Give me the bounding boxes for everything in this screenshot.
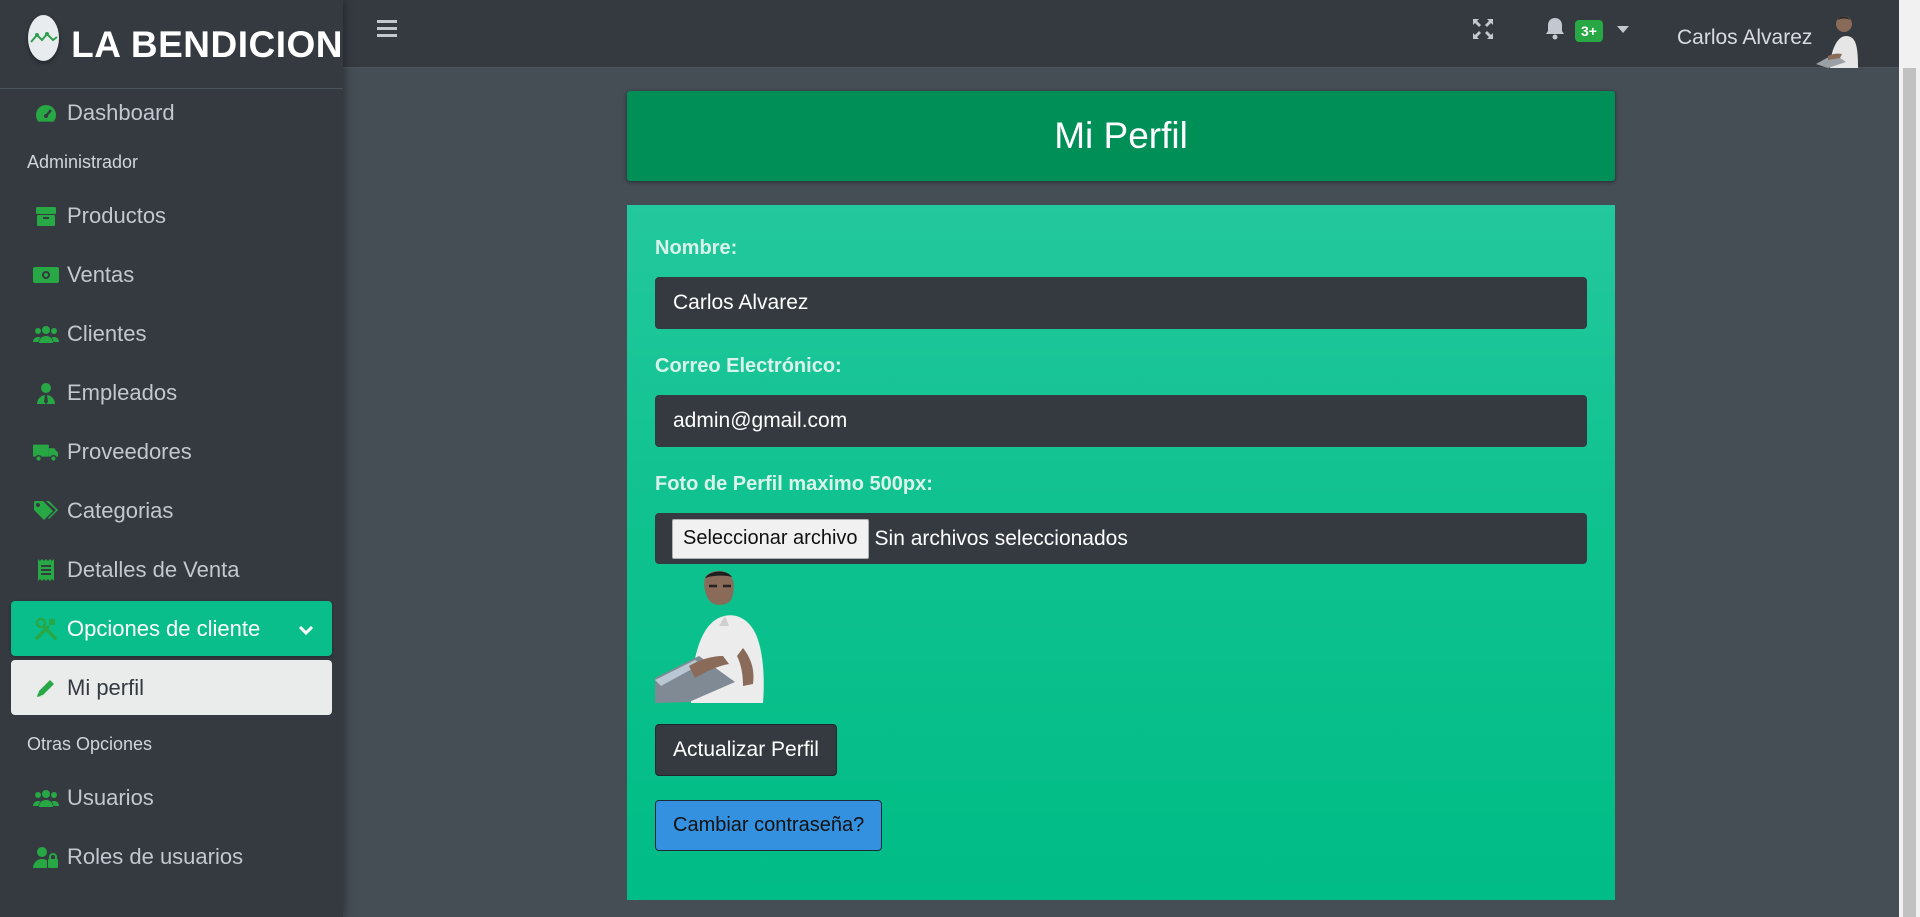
user-name[interactable]: Carlos Alvarez — [1677, 26, 1812, 50]
sidebar-item-proveedores[interactable]: Proveedores — [11, 424, 332, 479]
user-lock-icon — [33, 844, 59, 870]
sidebar-item-label: Detalles de Venta — [67, 556, 240, 582]
money-bill-icon — [33, 262, 59, 288]
sidebar-item-label: Categorias — [67, 497, 174, 523]
user-tie-icon — [33, 380, 59, 406]
sidebar: LA BENDICION Dashboard Administrador Pro… — [0, 0, 343, 917]
choose-file-button[interactable]: Seleccionar archivo — [672, 518, 869, 559]
sidebar-section-otras: Otras Opciones — [27, 734, 153, 754]
sidebar-item-empleados[interactable]: Empleados — [11, 365, 332, 420]
scrollbar-thumb[interactable] — [1903, 68, 1916, 917]
page-scrollbar[interactable] — [1899, 0, 1920, 917]
notification-badge[interactable]: 3+ — [1575, 20, 1603, 42]
name-label: Nombre: — [655, 237, 738, 259]
box-icon — [33, 203, 59, 229]
receipt-icon — [33, 557, 59, 583]
page-title-card: Mi Perfil — [627, 91, 1615, 181]
sidebar-item-label: Dashboard — [67, 100, 175, 125]
brand-name: LA BENDICION — [71, 24, 343, 65]
sidebar-item-label: Proveedores — [67, 438, 192, 464]
page-title: Mi Perfil — [1054, 115, 1188, 156]
profile-form: Nombre: Correo Electrónico: Foto de Perf… — [627, 205, 1615, 900]
sidebar-item-label: Opciones de cliente — [67, 615, 261, 641]
chevron-down-icon — [298, 618, 314, 644]
sidebar-item-label: Ventas — [67, 261, 135, 287]
pencil-icon — [33, 675, 59, 701]
email-label: Correo Electrónico: — [655, 355, 842, 377]
sidebar-item-label: Clientes — [67, 320, 147, 346]
photo-file-input[interactable]: Seleccionar archivo Sin archivos selecci… — [655, 513, 1587, 564]
sidebar-item-label: Roles de usuarios — [67, 843, 244, 869]
tachometer-icon — [33, 100, 59, 126]
sidebar-item-ventas[interactable]: Ventas — [11, 247, 332, 302]
sidebar-section-admin: Administrador — [27, 152, 139, 172]
brand[interactable]: LA BENDICION — [0, 0, 343, 89]
sidebar-item-opciones-de-cliente[interactable]: Opciones de cliente — [11, 601, 332, 656]
users-icon — [33, 785, 59, 811]
sidebar-nav: Dashboard Administrador Productos Ventas… — [0, 89, 343, 884]
fullscreen-icon[interactable] — [1472, 18, 1494, 45]
update-profile-button[interactable]: Actualizar Perfil — [655, 724, 837, 776]
sidebar-item-categorias[interactable]: Categorias — [11, 483, 332, 538]
profile-photo — [655, 568, 781, 703]
sidebar-item-dashboard[interactable]: Dashboard — [11, 89, 332, 137]
tools-icon — [33, 616, 59, 642]
sidebar-item-clientes[interactable]: Clientes — [11, 306, 332, 361]
user-avatar[interactable] — [1812, 12, 1862, 68]
sidebar-item-label: Usuarios — [67, 784, 154, 810]
sidebar-item-label: Mi perfil — [67, 674, 145, 700]
file-status: Sin archivos seleccionados — [874, 526, 1128, 550]
sidebar-item-detalles-de-venta[interactable]: Detalles de Venta — [11, 542, 332, 597]
brand-logo-icon — [28, 15, 60, 61]
sidebar-item-label: Empleados — [67, 379, 178, 405]
sidebar-item-mi-perfil[interactable]: Mi perfil — [11, 660, 332, 715]
hamburger-menu-icon[interactable] — [376, 18, 398, 43]
truck-icon — [33, 439, 59, 465]
sidebar-item-productos[interactable]: Productos — [11, 188, 332, 243]
sidebar-item-usuarios[interactable]: Usuarios — [11, 770, 332, 825]
caret-down-icon[interactable] — [1617, 26, 1629, 33]
bell-icon[interactable] — [1544, 16, 1566, 45]
sidebar-item-label: Productos — [67, 202, 167, 228]
top-navbar: 3+ Carlos Alvarez — [343, 0, 1899, 68]
users-icon — [33, 321, 59, 347]
email-input[interactable] — [655, 395, 1587, 447]
sidebar-item-roles-de-usuarios[interactable]: Roles de usuarios — [11, 829, 332, 884]
tags-icon — [33, 498, 59, 524]
name-input[interactable] — [655, 277, 1587, 329]
photo-label: Foto de Perfil maximo 500px: — [655, 473, 933, 495]
change-password-button[interactable]: Cambiar contraseña? — [655, 800, 883, 851]
